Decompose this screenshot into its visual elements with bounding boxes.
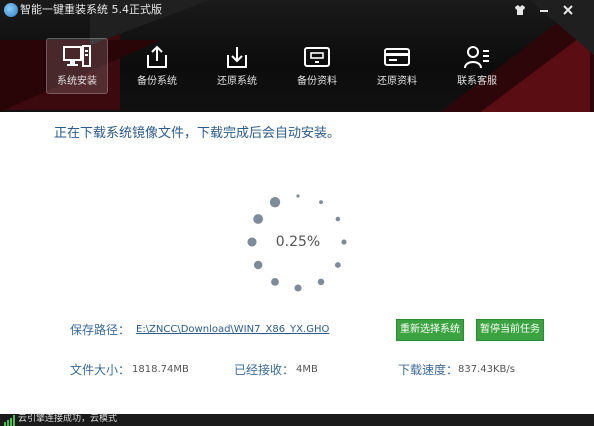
received-value: 4MB bbox=[296, 364, 318, 375]
app-logo-icon bbox=[4, 3, 18, 17]
card-icon bbox=[384, 48, 410, 66]
nav-item-system-install[interactable]: 系统安装 bbox=[46, 38, 108, 94]
nav-item-contact-support[interactable]: 联系客服 bbox=[446, 38, 508, 94]
archive-box-icon bbox=[304, 47, 330, 67]
title-bar[interactable]: 智能一键重装系统 5.4正式版 bbox=[0, 0, 594, 22]
nav-item-backup-data[interactable]: 备份资料 bbox=[286, 38, 348, 94]
app-window: 智能一键重装系统 5.4正式版 系统安装 备份系统 还原系统 备份资料 还原资料… bbox=[0, 0, 594, 426]
nav-label: 还原资料 bbox=[377, 76, 417, 87]
progress-spinner: 0.25% bbox=[240, 184, 356, 300]
status-bar: 云引擎连接成功，云模式 bbox=[0, 414, 594, 426]
save-path-link[interactable]: E:\ZNCC\Download\WIN7_X86_YX.GHO bbox=[136, 322, 329, 338]
download-icon bbox=[227, 47, 247, 68]
signal-icon bbox=[4, 415, 15, 426]
main-panel: 正在下载系统镜像文件，下载完成后会自动安装。 0.25% 保存路径： E:\ZN… bbox=[0, 112, 594, 414]
main-nav: 系统安装 备份系统 还原系统 备份资料 还原资料 联系客服 bbox=[42, 38, 562, 94]
nav-label: 联系客服 bbox=[457, 76, 497, 87]
download-speed-label: 下载速度： bbox=[398, 363, 459, 377]
nav-label: 备份资料 bbox=[297, 76, 337, 87]
file-size-label: 文件大小： bbox=[70, 363, 131, 377]
nav-label: 还原系统 bbox=[217, 76, 257, 87]
save-path-label: 保存路径： bbox=[70, 323, 131, 337]
nav-item-backup-system[interactable]: 备份系统 bbox=[126, 38, 188, 94]
reselect-system-button[interactable]: 重新选择系统 bbox=[396, 319, 464, 341]
nav-label: 备份系统 bbox=[137, 76, 177, 87]
status-bar-text: 云引擎连接成功，云模式 bbox=[18, 414, 118, 424]
status-message: 正在下载系统镜像文件，下载完成后会自动安装。 bbox=[54, 126, 341, 141]
upload-icon bbox=[147, 45, 167, 68]
window-title: 智能一键重装系统 5.4正式版 bbox=[20, 3, 162, 16]
nav-label: 系统安装 bbox=[57, 76, 97, 87]
pause-task-button[interactable]: 暂停当前任务 bbox=[476, 319, 544, 341]
file-size-value: 1818.74MB bbox=[132, 364, 189, 375]
progress-percent: 0.25% bbox=[275, 234, 321, 250]
header-banner: 智能一键重装系统 5.4正式版 系统安装 备份系统 还原系统 备份资料 还原资料… bbox=[0, 0, 594, 112]
monitor-icon bbox=[63, 45, 91, 67]
skin-icon[interactable] bbox=[512, 2, 528, 18]
received-label: 已经接收： bbox=[234, 363, 295, 377]
download-speed-value: 837.43KB/s bbox=[458, 364, 515, 375]
minimize-icon[interactable] bbox=[536, 2, 552, 18]
close-icon[interactable] bbox=[560, 2, 576, 18]
contact-icon bbox=[464, 46, 489, 69]
nav-item-restore-data[interactable]: 还原资料 bbox=[366, 38, 428, 94]
nav-item-restore-system[interactable]: 还原系统 bbox=[206, 38, 268, 94]
